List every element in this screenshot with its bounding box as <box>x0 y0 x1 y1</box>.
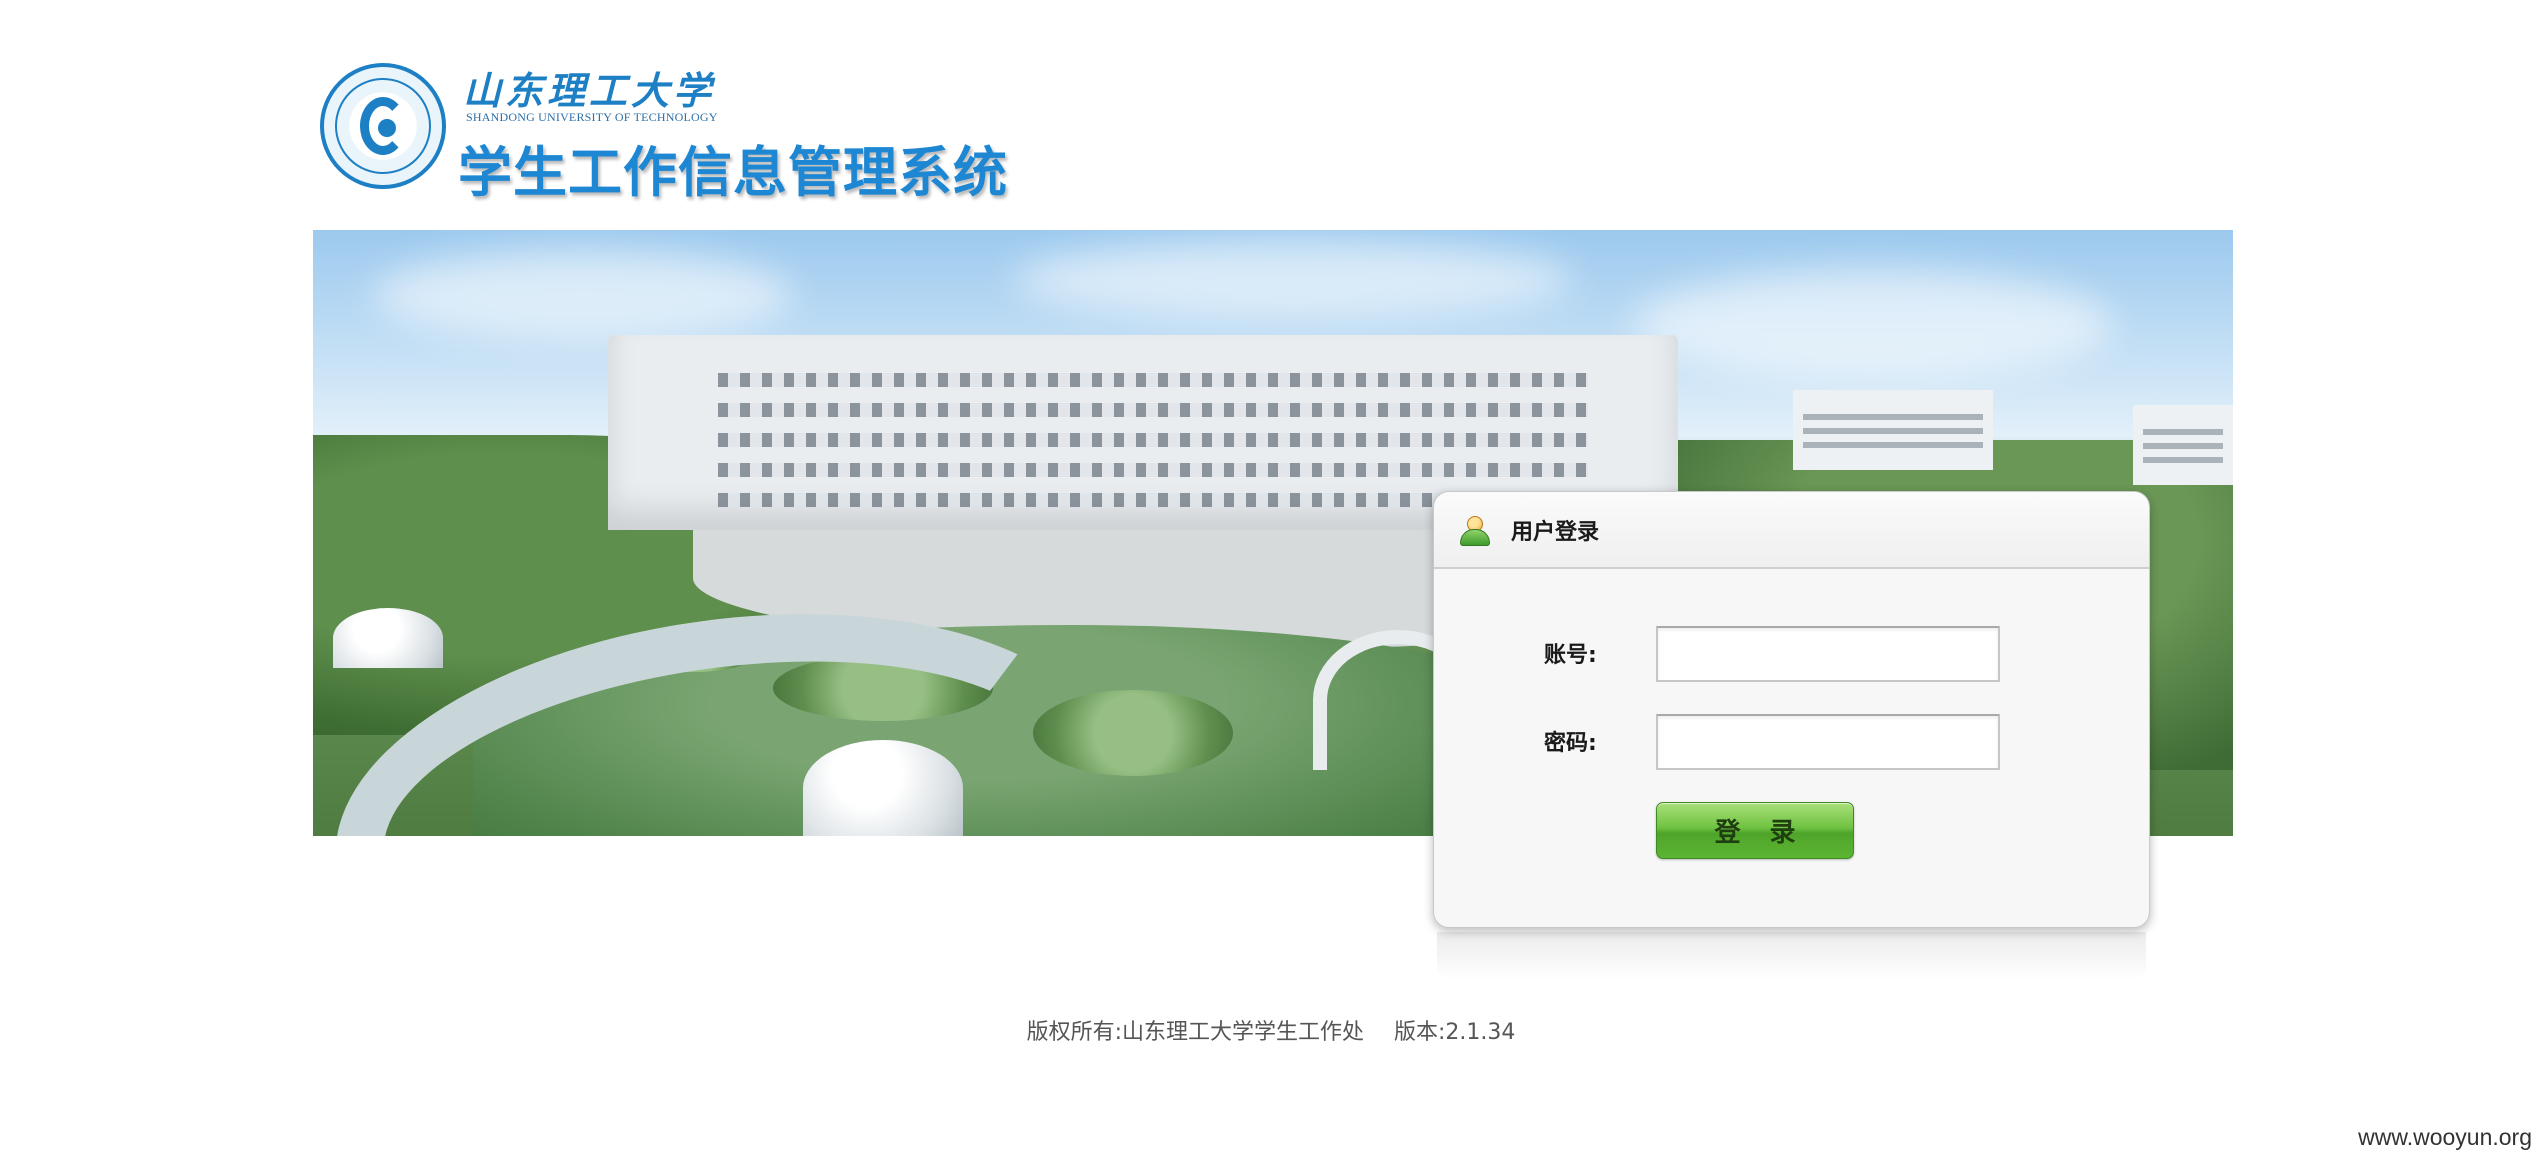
login-page: 山东理工大学 SHANDONG UNIVERSITY OF TECHNOLOGY… <box>0 0 2542 1166</box>
version-text: 版本:2.1.34 <box>1394 1020 1516 1045</box>
site-logo: 山东理工大学 SHANDONG UNIVERSITY OF TECHNOLOGY… <box>320 56 1010 206</box>
university-seal-icon <box>320 63 446 189</box>
copyright-text: 版权所有:山东理工大学学生工作处 <box>1026 1020 1365 1045</box>
user-icon <box>1459 516 1490 546</box>
password-label: 密码: <box>1544 731 1597 756</box>
footer: 版权所有:山东理工大学学生工作处 版本:2.1.34 <box>0 1014 2542 1046</box>
login-panel-reflection <box>1437 932 2146 980</box>
login-title: 用户登录 <box>1511 520 1600 545</box>
university-name-en: SHANDONG UNIVERSITY OF TECHNOLOGY <box>466 110 718 124</box>
university-name: 山东理工大学 <box>463 68 716 113</box>
username-input[interactable] <box>1656 626 2000 682</box>
login-panel-header: 用户登录 <box>1434 492 2149 569</box>
password-input[interactable] <box>1656 714 2000 770</box>
system-title: 学生工作信息管理系统 <box>458 141 1008 204</box>
login-button[interactable]: 登 录 <box>1656 802 1854 859</box>
username-label: 账号: <box>1544 643 1597 668</box>
watermark-text: www.wooyun.org <box>2358 1124 2532 1150</box>
login-panel: 用户登录 账号: 密码: 登 录 <box>1433 491 2150 928</box>
